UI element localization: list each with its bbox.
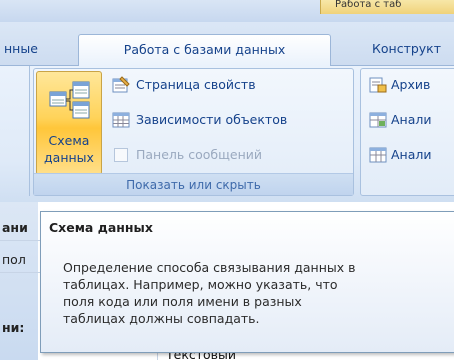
archive-button[interactable]: Архив [369,73,454,97]
property-sheet-icon [112,76,130,93]
relationships-label-line1: Схема [48,133,90,148]
analyze-table-label: Анали [391,147,432,162]
analyze-table-button[interactable]: Анали [369,143,454,167]
ribbon-group-left-partial [0,66,30,196]
tab-database-tools[interactable]: Работа с базами данных [78,34,331,66]
tooltip-title: Схема данных [49,220,153,235]
analyze-icon [369,112,387,128]
ribbon-tabs: нные Работа с базами данных Конструкт [0,22,454,66]
tooltip: Схема данных Определение способа связыва… [40,211,454,353]
tab-partial-left[interactable]: нные [0,34,80,66]
property-sheet-button[interactable]: Страница свойств [112,73,352,97]
archive-label: Архив [391,77,431,92]
row-text-3: ни: [2,320,25,335]
relationships-button[interactable]: Схема данных [36,71,102,175]
property-sheet-label: Страница свойств [136,77,256,92]
relationships-icon [49,81,90,119]
archive-icon [369,77,387,93]
ribbon: Схема данных Страница свойств Зависимост… [0,66,454,202]
relationships-label-line2: данных [44,150,94,165]
message-bar-label: Панель сообщений [136,147,263,162]
group-label-show-hide: Показать или скрыть [34,173,353,195]
analyze-label: Анали [391,112,432,127]
title-bar: Работа с таб [0,0,454,22]
object-dependencies-label: Зависимости объектов [136,112,288,127]
tab-design[interactable]: Конструкт [366,34,454,66]
row-text-1: ани [2,220,28,235]
analyze-button[interactable]: Анали [369,108,454,132]
ribbon-group-show-hide: Схема данных Страница свойств Зависимост… [33,68,354,196]
context-tab-header: Работа с таб [320,0,454,14]
row-text-2: пол [2,252,26,267]
analyze-table-icon [369,147,387,163]
message-bar-checkbox[interactable]: Панель сообщений [112,143,352,167]
relationships-label: Схема данных [37,132,101,166]
tooltip-body: Определение способа связывания данных в … [63,260,356,326]
object-dependencies-icon [112,112,130,128]
checkbox-icon[interactable] [114,148,128,162]
object-dependencies-button[interactable]: Зависимости объектов [112,108,352,132]
ribbon-group-analyze-partial: Архив Анали Анали [360,68,454,196]
